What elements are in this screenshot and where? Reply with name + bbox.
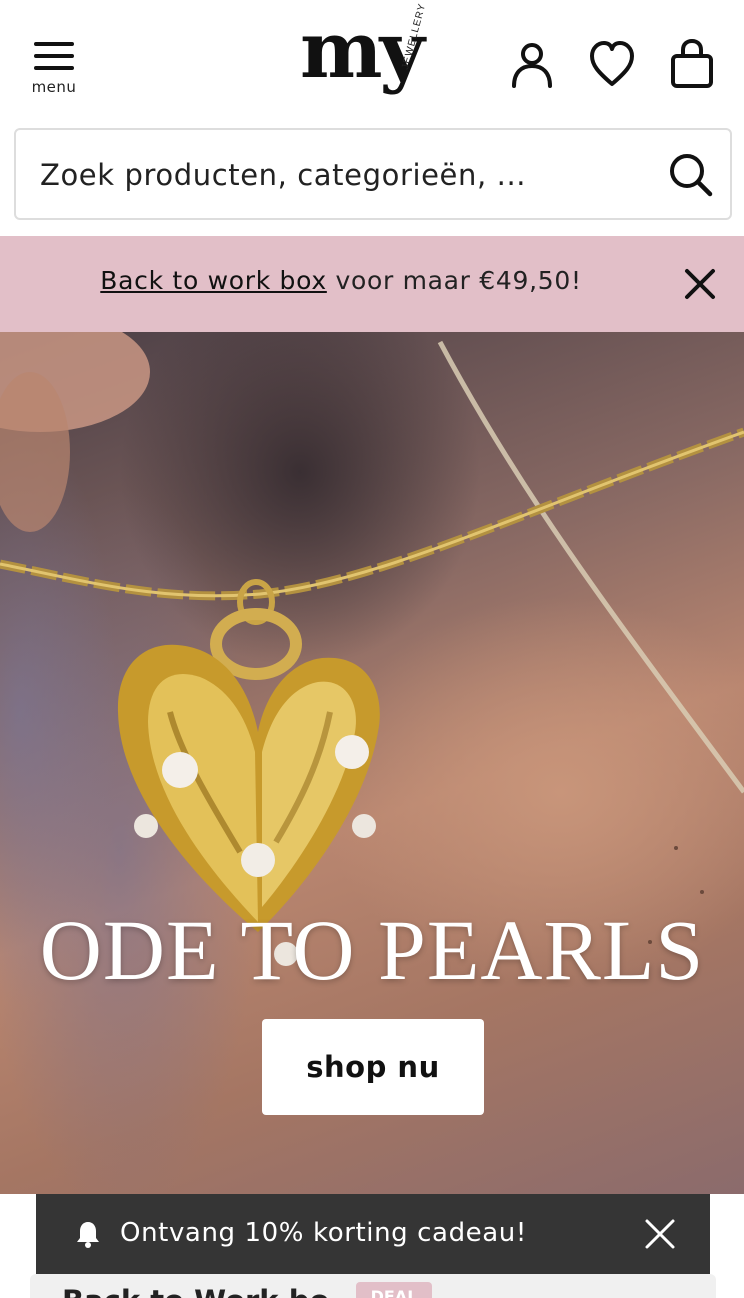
menu-label: menu [31, 78, 77, 96]
hero-banner[interactable]: ODE TO PEARLS shop nu [0, 332, 744, 1194]
search-bar [14, 128, 732, 220]
bell-icon [76, 1220, 100, 1248]
deal-badge: DEAL [356, 1282, 432, 1298]
shopping-bag-icon[interactable] [668, 38, 716, 92]
promo-message: voor maar €49,50! [326, 266, 582, 295]
account-icon[interactable] [508, 38, 556, 92]
promo-link[interactable]: Back to work box [100, 266, 327, 295]
site-header: menu my JEWELLERY [0, 0, 744, 124]
shop-now-button[interactable]: shop nu [262, 1019, 484, 1115]
promo-text: Back to work box voor maar €49,50! [0, 266, 682, 295]
search-icon[interactable] [666, 150, 716, 200]
promo-banner: Back to work box voor maar €49,50! [0, 236, 744, 332]
close-icon[interactable] [644, 1218, 676, 1250]
close-icon[interactable] [682, 266, 718, 302]
heart-icon[interactable] [588, 38, 636, 92]
product-card[interactable]: Back to Work bo DEAL [30, 1274, 716, 1298]
toast-text: Ontvang 10% korting cadeau! [120, 1218, 527, 1248]
search-input[interactable] [40, 150, 650, 200]
discount-toast[interactable]: Ontvang 10% korting cadeau! [36, 1194, 710, 1274]
hero-title: ODE TO PEARLS [39, 902, 705, 998]
site-logo[interactable]: my JEWELLERY [300, 2, 450, 110]
menu-button[interactable]: menu [28, 38, 80, 98]
product-card-title: Back to Work bo [62, 1284, 329, 1298]
